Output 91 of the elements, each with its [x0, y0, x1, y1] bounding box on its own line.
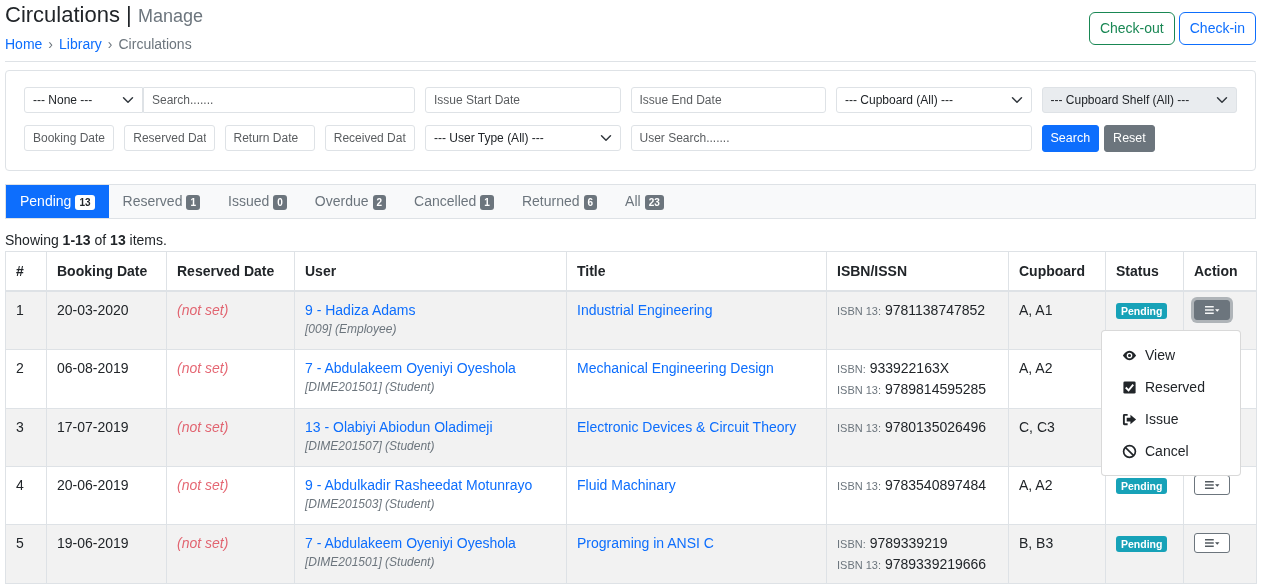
isbn-number: 9783540897484 [884, 476, 987, 493]
status-tab[interactable]: All 23 [611, 185, 678, 219]
isbn-label: ISBN 13: [837, 421, 882, 434]
count-badge: 2 [372, 195, 387, 211]
action-menu-button[interactable] [1194, 474, 1230, 495]
count-badge: 0 [273, 195, 287, 211]
user-info: [009] (Employee) [305, 321, 398, 339]
table-cell: B, B3 [1008, 524, 1106, 584]
status-badge: Pending [1116, 303, 1168, 320]
count-badge: 1 [186, 195, 200, 211]
title-link[interactable]: Programing in ANSI C [577, 534, 714, 551]
breadcrumb-link[interactable]: Home [5, 34, 43, 56]
status-tab[interactable]: Pending 13 [6, 185, 109, 219]
user-link[interactable]: 7 - Abdulakeem Oyeniyi Oyeshola [305, 359, 516, 376]
result-summary: Showing 1-13 of 13 items. [5, 231, 168, 250]
prohibited-icon [1122, 443, 1137, 459]
status-tab[interactable]: Cancelled 1 [400, 185, 508, 219]
select-field[interactable]: --- Cupboard (All) --- [836, 87, 1032, 114]
status-tab[interactable]: Issued 0 [214, 185, 301, 219]
table-cell: 4 [5, 466, 47, 525]
not-set-text: (not set) [177, 359, 229, 376]
user-info: [DIME201501] (Student) [305, 553, 436, 571]
isbn-label: ISBN 13: [837, 479, 882, 492]
table-cell: 20-06-2019 [46, 466, 167, 525]
table-cell: 17-07-2019 [46, 408, 167, 467]
header-button[interactable]: Check-in [1178, 12, 1256, 45]
input-field[interactable]: Booking Date [24, 125, 115, 152]
table-cell: 2 [5, 349, 47, 409]
user-link[interactable]: 9 - Abdulkadir Rasheedat Motunrayo [305, 476, 533, 493]
input-field[interactable]: User Search....... [630, 125, 1032, 152]
input-field[interactable]: Issue Start Date [425, 87, 621, 114]
title-link[interactable]: Industrial Engineering [577, 302, 713, 319]
isbn-number: 9789339219666 [884, 555, 987, 572]
table-cell: 06-08-2019 [46, 349, 167, 409]
count-badge: 23 [644, 195, 664, 211]
breadcrumb-link[interactable]: Library [59, 34, 102, 56]
isbn-number: 9780135026496 [884, 418, 987, 435]
user-link[interactable]: 9 - Hadiza Adams [305, 302, 416, 319]
title-link[interactable]: Fluid Machinary [577, 476, 676, 493]
count-badge: 6 [583, 195, 598, 211]
not-set-text: (not set) [177, 534, 229, 551]
isbn-label: ISBN: [837, 362, 866, 375]
header-button[interactable]: Check-out [1088, 12, 1175, 45]
entry-arrow-icon [1122, 411, 1137, 427]
breadcrumb-separator: › [48, 35, 54, 55]
input-field[interactable]: Search....... [143, 87, 415, 114]
isbn-number: 9789339219 [869, 534, 948, 551]
select-field[interactable]: --- None --- [24, 87, 143, 114]
isbn-number: 9781138747852 [884, 302, 986, 319]
table-cell: 20-03-2020 [46, 291, 167, 350]
table-cell: 5 [5, 524, 47, 584]
breadcrumb-separator: › [107, 35, 113, 55]
table-cell: 19-06-2019 [46, 524, 167, 584]
page-title: Circulations | [5, 2, 132, 27]
not-set-text: (not set) [177, 418, 229, 435]
isbn-number: 933922163X [869, 359, 950, 376]
isbn-label: ISBN 13: [837, 383, 882, 396]
action-menu-button[interactable] [1194, 532, 1230, 553]
select-field[interactable]: --- User Type (All) --- [425, 125, 621, 152]
user-info: [DIME201503] (Student) [305, 495, 436, 513]
isbn-label: ISBN 13: [837, 558, 882, 571]
breadcrumb-current: Circulations [118, 35, 192, 55]
status-tab[interactable]: Overdue 2 [300, 185, 401, 219]
not-set-text: (not set) [177, 476, 229, 493]
status-tab[interactable]: Reserved 1 [108, 185, 214, 219]
count-badge: 1 [480, 195, 494, 211]
user-link[interactable]: 7 - Abdulakeem Oyeniyi Oyeshola [305, 534, 516, 551]
status-badge: Pending [1116, 535, 1168, 552]
action-menu-button[interactable] [1194, 300, 1230, 321]
user-info: [DIME201501] (Student) [305, 378, 436, 396]
status-tab[interactable]: Returned 6 [507, 185, 612, 219]
isbn-number: 9789814595285 [884, 380, 987, 397]
status-badge: Pending [1116, 477, 1168, 494]
isbn-label: ISBN 13: [837, 305, 882, 318]
input-field[interactable]: Issue End Date [630, 87, 826, 114]
count-badge: 13 [75, 195, 95, 211]
checkbox-icon [1122, 379, 1137, 395]
input-field[interactable]: Return Date [224, 125, 315, 152]
filter-button[interactable]: Search [1041, 125, 1100, 153]
title-link[interactable]: Mechanical Engineering Design [577, 359, 774, 376]
filter-button[interactable]: Reset [1104, 125, 1155, 153]
user-link[interactable]: 13 - Olabiyi Abiodun Oladimeji [305, 418, 493, 435]
user-info: [DIME201507] (Student) [305, 437, 436, 455]
page-subtitle: Manage [137, 6, 203, 26]
isbn-label: ISBN: [837, 537, 866, 550]
table-cell: 3 [5, 408, 47, 467]
not-set-text: (not set) [177, 302, 229, 319]
input-field[interactable]: Received Dat [324, 125, 415, 152]
table-cell: A, A2 [1008, 466, 1106, 525]
table-cell: A, A1 [1008, 291, 1106, 350]
table-cell: 1 [5, 291, 47, 350]
